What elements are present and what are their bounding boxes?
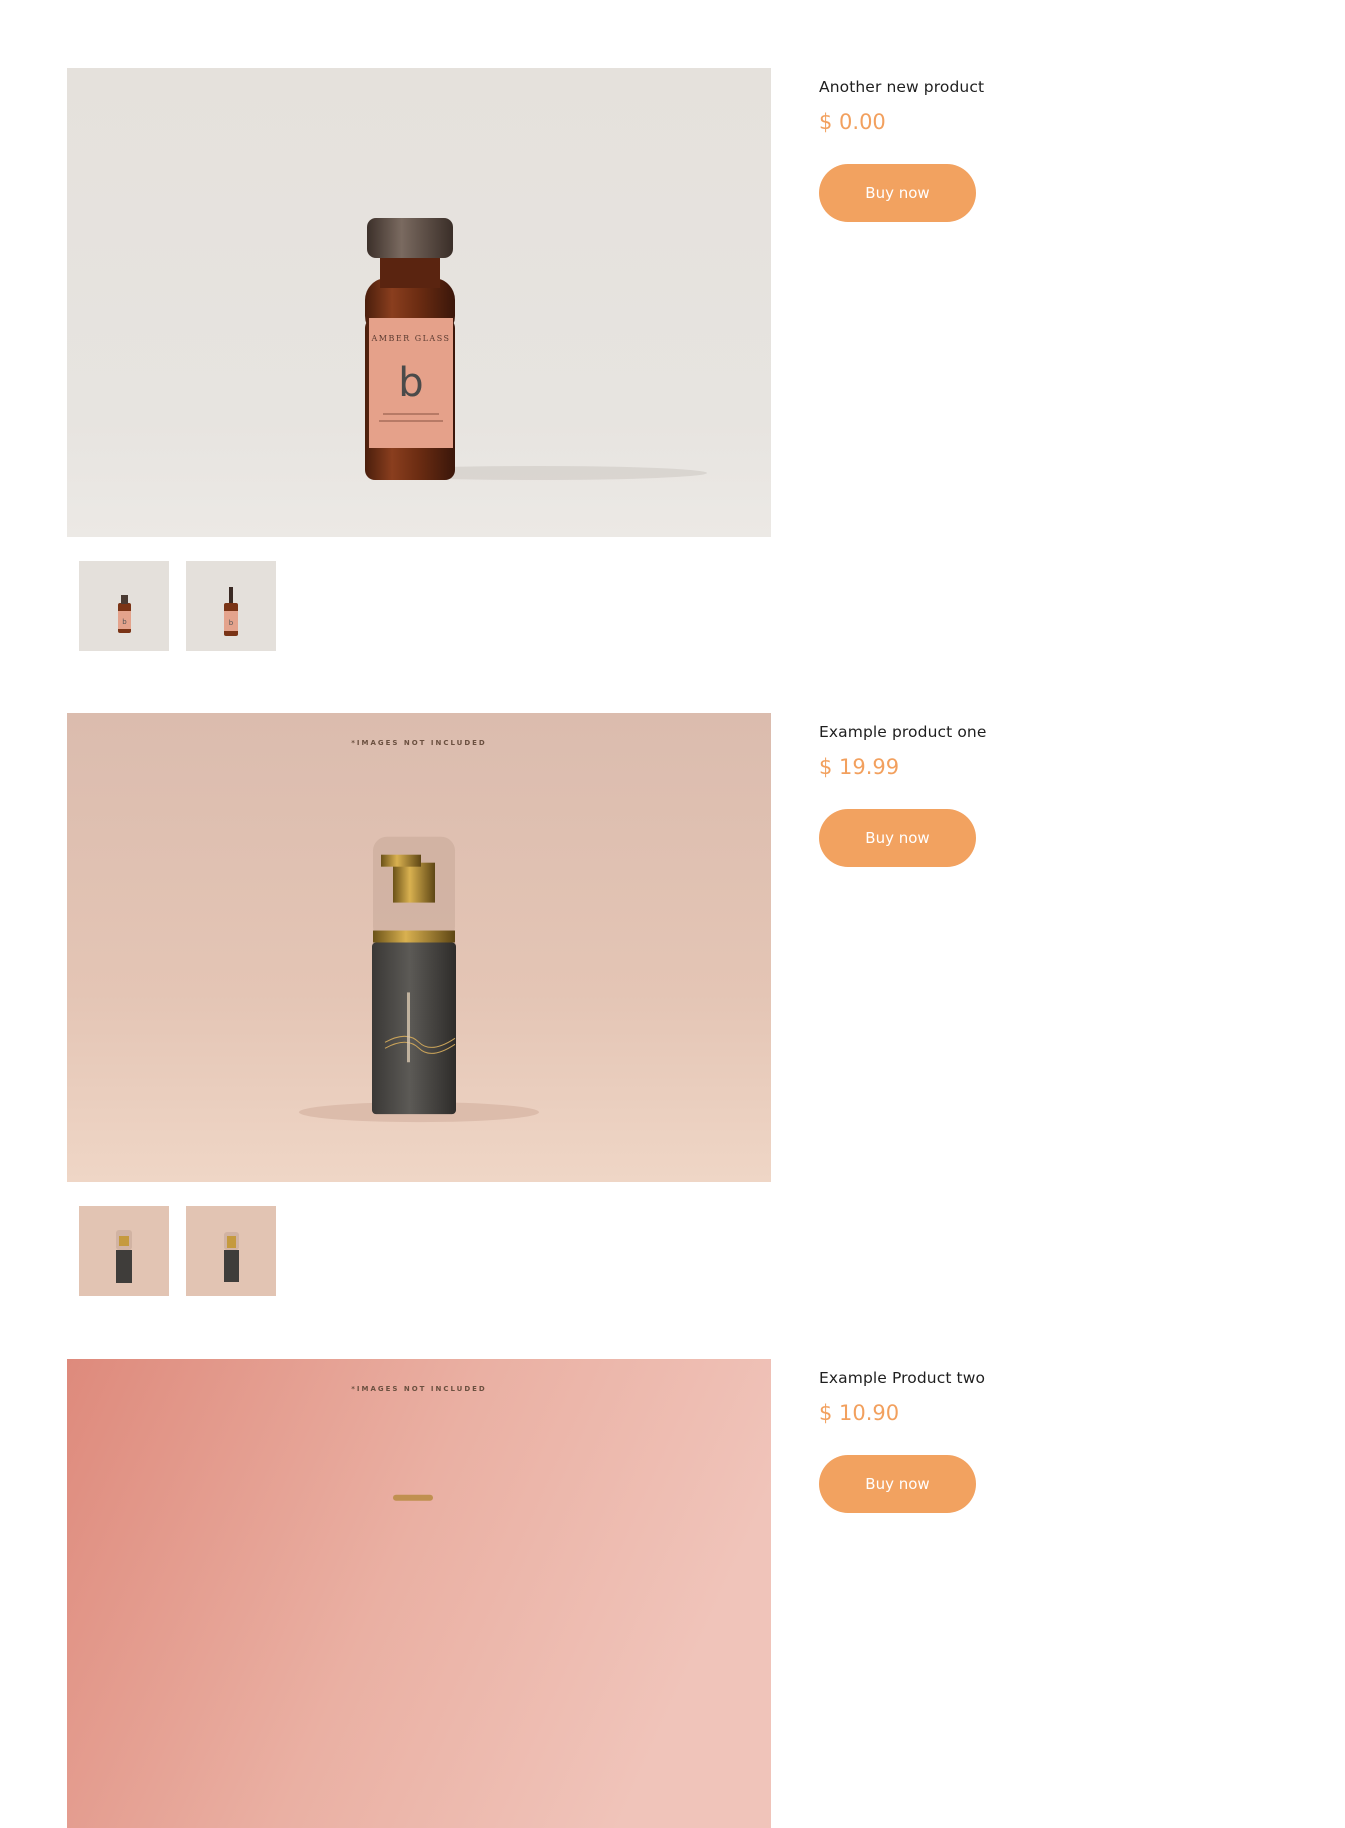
thumbnail-1[interactable] [79,1206,169,1296]
buy-now-button[interactable]: Buy now [819,809,976,867]
product-title: Example product one [819,723,987,741]
pump-bottle-angle-thumbnail [186,1206,276,1296]
pump-bottle-thumbnail [79,1206,169,1296]
product-main-image[interactable]: AMBER GLASS b [67,68,771,537]
amber-bottle-thumbnail: b [79,561,169,651]
svg-text:b: b [229,619,234,627]
product-info: Example Product two $ 10.90 Buy now [819,1369,986,1513]
bottle-label-brand: AMBER GLASS [370,334,450,343]
product-price: $ 19.99 [819,755,900,779]
image-note-text: *IMAGES NOT INCLUDED [351,739,486,747]
product-title: Example Product two [819,1369,986,1387]
product-info: Another new product $ 0.00 Buy now [819,78,985,222]
pump-bottle-image: *IMAGES NOT INCLUDED [67,713,771,1182]
buy-now-button[interactable]: Buy now [819,1455,976,1513]
thumbnail-2[interactable]: b [186,561,276,651]
product-price: $ 0.00 [819,110,886,134]
product-info: Example product one $ 19.99 Buy now [819,723,987,867]
bottle-label-letter: b [398,360,423,406]
thumbnail-2[interactable] [186,1206,276,1296]
pink-background-product-image: *IMAGES NOT INCLUDED [67,1359,771,1828]
buy-now-button[interactable]: Buy now [819,164,976,222]
product-price: $ 10.90 [819,1401,900,1425]
product-main-image[interactable]: *IMAGES NOT INCLUDED [67,1359,771,1828]
amber-spray-bottle-thumbnail: b [186,561,276,651]
product-title: Another new product [819,78,985,96]
amber-bottle-image: AMBER GLASS b [67,68,771,537]
product-main-image[interactable]: *IMAGES NOT INCLUDED [67,713,771,1182]
thumbnail-1[interactable]: b [79,561,169,651]
image-note-text: *IMAGES NOT INCLUDED [351,1385,486,1393]
svg-text:b: b [122,618,127,626]
